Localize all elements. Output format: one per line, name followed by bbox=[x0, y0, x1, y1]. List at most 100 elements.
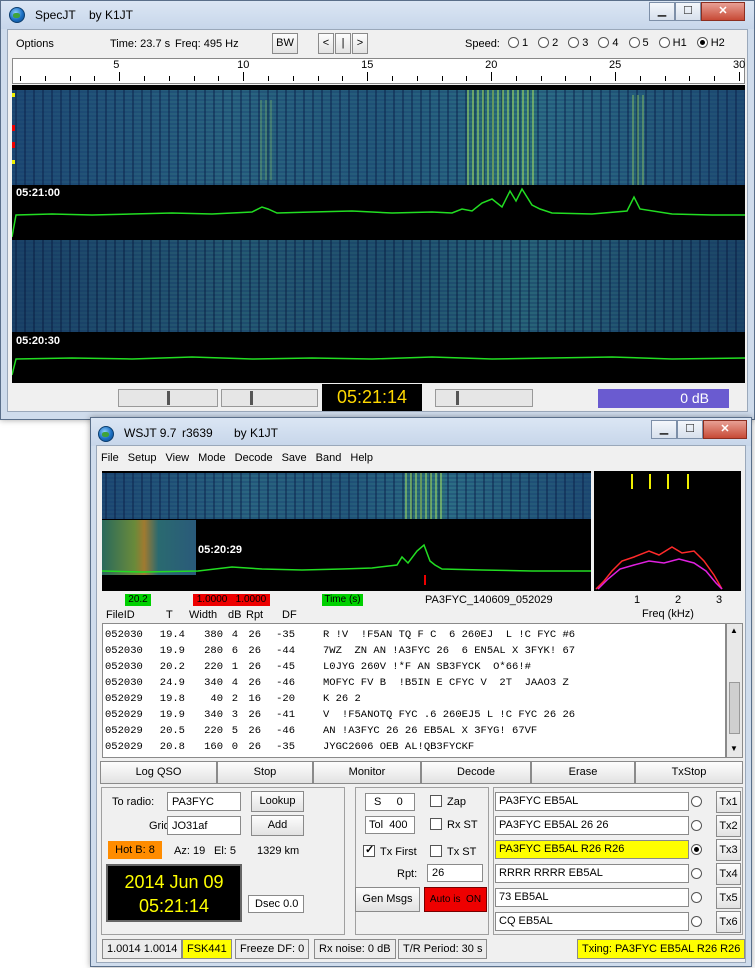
decode-db: 1 bbox=[231, 661, 238, 673]
to-radio-input[interactable]: PA3FYC bbox=[167, 792, 241, 811]
scale-tick bbox=[689, 76, 691, 81]
menu-band[interactable]: Band bbox=[316, 452, 342, 464]
menu-view[interactable]: View bbox=[165, 452, 189, 464]
tx-select-radio[interactable] bbox=[691, 868, 702, 879]
speed-radio-1[interactable]: 1 bbox=[508, 37, 528, 49]
s-field[interactable]: S 0 bbox=[365, 793, 415, 811]
wsjt-title: WSJT 9.7 bbox=[124, 426, 177, 440]
add-button[interactable]: Add bbox=[251, 815, 304, 836]
speed-radio-4[interactable]: 4 bbox=[598, 37, 619, 49]
tx-select-radio[interactable] bbox=[691, 844, 702, 855]
options-menu[interactable]: Options bbox=[16, 38, 54, 50]
tx4-button[interactable]: Tx4 bbox=[716, 863, 741, 885]
scrollbar-left[interactable] bbox=[118, 389, 218, 407]
bw-button[interactable]: BW bbox=[272, 33, 298, 54]
decoded-text-area[interactable]: 052030 19.4 380 4 26 -35 R !V !F5AN TQ F C 6 2… bbox=[102, 623, 726, 758]
tx6-button[interactable]: Tx6 bbox=[716, 911, 741, 933]
col-rpt: Rpt bbox=[246, 609, 264, 621]
next-button[interactable]: > bbox=[352, 33, 368, 54]
menu-save[interactable]: Save bbox=[282, 452, 307, 464]
minimize-button[interactable]: ▁ bbox=[651, 420, 677, 439]
tol-field[interactable]: Tol 400 bbox=[365, 816, 415, 834]
gen-msgs-button[interactable]: Gen Msgs bbox=[355, 887, 420, 912]
wsjt-titlebar[interactable]: WSJT 9.7 r3639 by K1JT ▁ ☐ ✕ bbox=[91, 418, 751, 446]
s-label: S bbox=[374, 796, 382, 808]
pause-button[interactable]: | bbox=[335, 33, 351, 54]
maximize-button[interactable]: ☐ bbox=[675, 2, 701, 21]
decode-button[interactable]: Decode bbox=[421, 761, 531, 784]
tx5-button[interactable]: Tx5 bbox=[716, 887, 741, 909]
auto-button[interactable]: Auto is ON bbox=[424, 887, 487, 912]
tx3-button[interactable]: Tx3 bbox=[716, 839, 741, 861]
rxst-checkbox[interactable]: Rx ST bbox=[430, 818, 478, 831]
scrollbar-mid[interactable] bbox=[221, 389, 318, 407]
grid-input[interactable]: JO31af bbox=[167, 816, 241, 835]
txst-checkbox[interactable]: Tx ST bbox=[430, 845, 476, 858]
menu-decode[interactable]: Decode bbox=[235, 452, 273, 464]
prev-button[interactable]: < bbox=[318, 33, 334, 54]
zap-checkbox[interactable]: Zap bbox=[430, 795, 466, 808]
scale-tick bbox=[639, 76, 641, 81]
maximize-button[interactable]: ☐ bbox=[677, 420, 703, 439]
scale-tick bbox=[168, 76, 170, 81]
tx-message-2[interactable]: PA3FYC EB5AL 26 26 bbox=[495, 816, 689, 835]
scale-tick bbox=[193, 76, 195, 81]
s-value: 0 bbox=[396, 796, 403, 808]
speed-radio-7[interactable]: H2 bbox=[696, 37, 725, 49]
status-tr-period: T/R Period: 30 s bbox=[398, 939, 488, 959]
speed-radio-2[interactable]: 2 bbox=[538, 37, 558, 49]
close-button[interactable]: ✕ bbox=[701, 2, 745, 21]
minimize-button[interactable]: ▁ bbox=[649, 2, 675, 21]
menu-help[interactable]: Help bbox=[350, 452, 373, 464]
tx1-button[interactable]: Tx1 bbox=[716, 791, 741, 813]
txfirst-checkbox[interactable]: Tx First bbox=[363, 843, 417, 858]
decode-t: 20.8 bbox=[159, 741, 185, 753]
scale-tick bbox=[391, 76, 393, 81]
stop-button[interactable]: Stop bbox=[217, 761, 313, 784]
tx-select-radio[interactable] bbox=[691, 796, 702, 807]
dsec-label: Dsec bbox=[255, 898, 281, 910]
menu-setup[interactable]: Setup bbox=[128, 452, 157, 464]
date-display: 2014 Jun 09 bbox=[124, 872, 224, 892]
col-t: T bbox=[166, 609, 173, 621]
erase-button[interactable]: Erase bbox=[531, 761, 635, 784]
speed-radio-6[interactable]: H1 bbox=[658, 37, 687, 49]
speed-radio-5[interactable]: 5 bbox=[628, 37, 649, 49]
scale-tick bbox=[714, 76, 716, 81]
signal-streak bbox=[260, 100, 274, 180]
tx-message-3[interactable]: PA3FYC EB5AL R26 R26 bbox=[495, 840, 689, 859]
tx-select-radio[interactable] bbox=[691, 892, 702, 903]
monitor-button[interactable]: Monitor bbox=[313, 761, 421, 784]
tx-select-radio[interactable] bbox=[691, 820, 702, 831]
close-button[interactable]: ✕ bbox=[703, 420, 747, 439]
decode-t: 19.8 bbox=[159, 693, 185, 705]
decode-t: 24.9 bbox=[159, 677, 185, 689]
tx-message-1[interactable]: PA3FYC EB5AL bbox=[495, 792, 689, 811]
speed-radio-3[interactable]: 3 bbox=[568, 37, 588, 49]
decode-w: 40 bbox=[210, 693, 223, 705]
menu-file[interactable]: File bbox=[101, 452, 119, 464]
speed-radio-label: H1 bbox=[672, 37, 687, 49]
freq-scale: 5 10 15 20 25 30 bbox=[12, 58, 745, 84]
azimuth: Az: 19 bbox=[174, 845, 206, 857]
lookup-button[interactable]: Lookup bbox=[251, 791, 304, 812]
tx-message-6[interactable]: CQ EB5AL bbox=[495, 912, 689, 931]
rpt-input[interactable]: 26 bbox=[427, 864, 483, 882]
scale-tick bbox=[243, 72, 245, 81]
scrollbar-right[interactable] bbox=[435, 389, 533, 407]
tx-message-4[interactable]: RRRR RRRR EB5AL bbox=[495, 864, 689, 883]
menu-mode[interactable]: Mode bbox=[198, 452, 226, 464]
decoded-scrollbar[interactable]: ▲ ▼ bbox=[726, 623, 743, 758]
radio-icon bbox=[658, 37, 670, 48]
specjt-titlebar[interactable]: SpecJT by K1JT ▁ ☐ ✕ bbox=[1, 1, 754, 29]
globe-icon bbox=[9, 7, 25, 23]
radio-icon bbox=[598, 37, 610, 48]
tx-select-radio[interactable] bbox=[691, 916, 702, 927]
tx-message-5[interactable]: 73 EB5AL bbox=[495, 888, 689, 907]
dsec-field[interactable]: Dsec 0.0 bbox=[248, 895, 304, 913]
tx2-button[interactable]: Tx2 bbox=[716, 815, 741, 837]
txstop-button[interactable]: TxStop bbox=[635, 761, 743, 784]
scale-tick bbox=[565, 76, 567, 81]
decode-msg: R !V !F5AN TQ F C 6 260EJ L !C FYC #6 bbox=[323, 629, 576, 641]
log-qso-button[interactable]: Log QSO bbox=[100, 761, 217, 784]
